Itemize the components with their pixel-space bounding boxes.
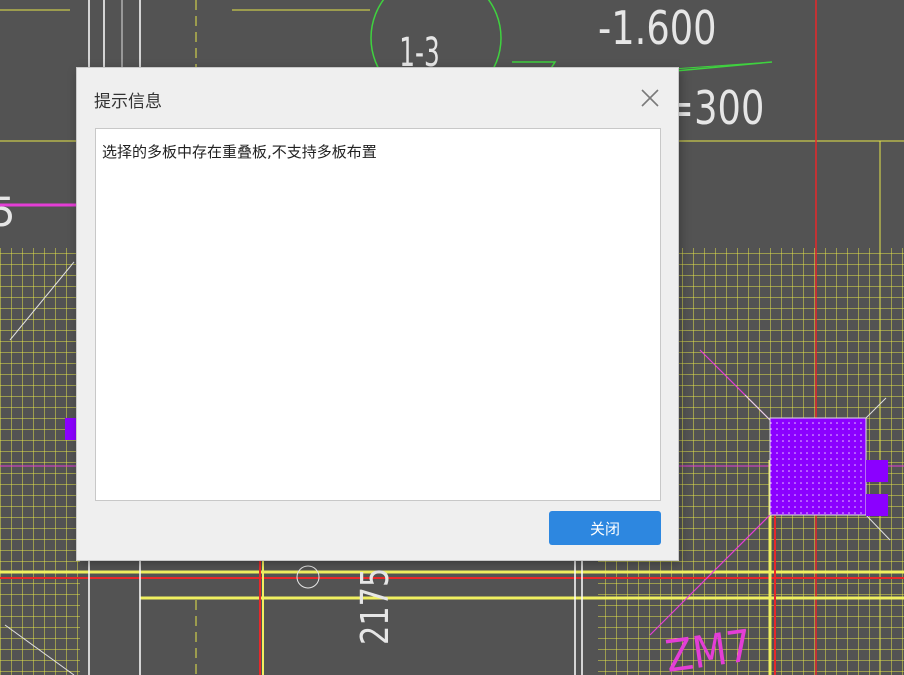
- info-dialog: 提示信息 选择的多板中存在重叠板,不支持多板布置 关闭: [77, 68, 678, 560]
- message-area: 选择的多板中存在重叠板,不支持多板布置: [95, 128, 661, 501]
- column-tab: [866, 460, 888, 482]
- elevation-label: -1.600: [598, 1, 717, 55]
- close-button[interactable]: 关闭: [549, 511, 661, 545]
- dialog-message: 选择的多板中存在重叠板,不支持多板布置: [102, 143, 377, 161]
- close-icon[interactable]: [639, 87, 661, 109]
- column-tab: [866, 494, 888, 516]
- column-zm7-fill[interactable]: [770, 418, 866, 515]
- dialog-title: 提示信息: [94, 92, 162, 112]
- slab-grid-left: [0, 248, 80, 675]
- cad-partial-text: 5: [0, 190, 15, 236]
- dimension-label: 2175: [354, 568, 398, 645]
